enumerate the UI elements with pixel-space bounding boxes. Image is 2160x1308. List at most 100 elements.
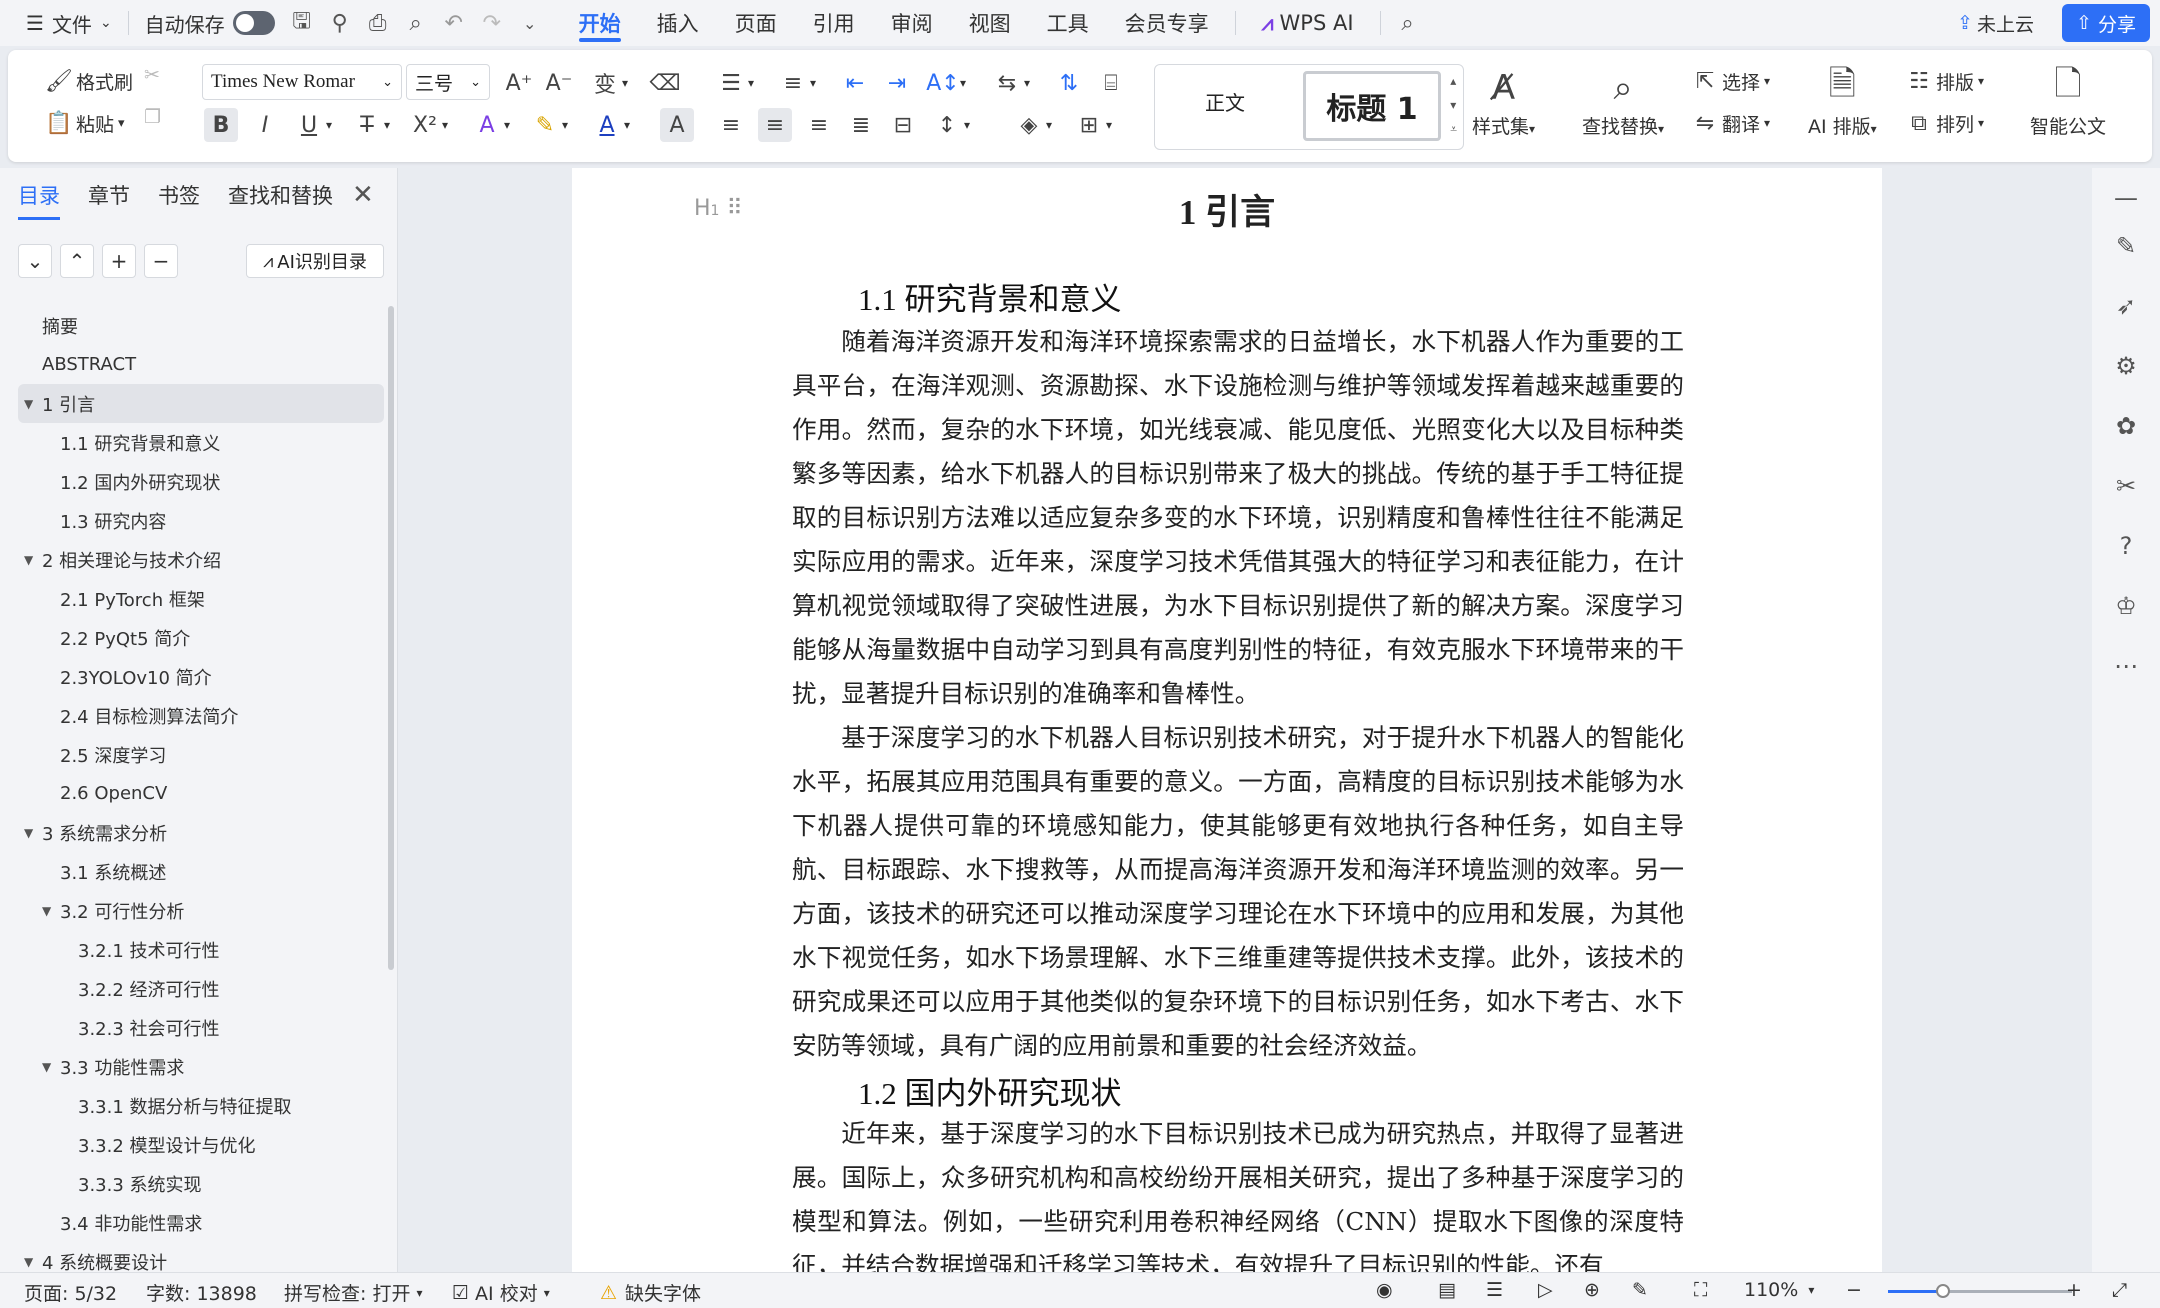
expand-arrow-icon[interactable]: ▼ (24, 397, 33, 411)
more-chevron-icon[interactable]: ⌄ (511, 0, 549, 46)
close-icon[interactable]: ✕ (352, 180, 374, 210)
more-icon[interactable]: ⋯ (2106, 646, 2146, 686)
toc-item[interactable]: 2.1 PyTorch 框架 (18, 579, 384, 618)
zoom-slider-knob[interactable] (1936, 1284, 1950, 1298)
smart-doc-button[interactable]: 🗋 智能公文 (2030, 64, 2106, 139)
expand-arrow-icon[interactable]: ▼ (24, 553, 33, 567)
document-page[interactable]: H1 ⠿ 1 引言 1.1 研究背景和意义 随着海洋资源开发和海洋环境探索需求的… (572, 168, 1882, 1272)
add-heading-icon[interactable]: + (102, 244, 136, 278)
spell-check[interactable]: 拼写检查: 打开 ▾ (284, 1279, 422, 1306)
heading-1[interactable]: 1 引言 (572, 184, 1882, 235)
heading-2-status[interactable]: 1.2 国内外研究现状 (858, 1068, 1122, 1113)
shirt-icon[interactable]: ♔ (2106, 586, 2146, 626)
undo-icon[interactable]: ↶ (435, 0, 473, 46)
expand-arrow-icon[interactable]: ▼ (24, 1255, 33, 1269)
ai-proofread[interactable]: ☑ AI 校对 ▾ (452, 1279, 550, 1306)
convert-icon[interactable]: ⇆ ▾ (990, 66, 1030, 100)
toc-item[interactable]: 3.2.1 技术可行性 (18, 930, 384, 969)
ai-toc-button[interactable]: ⩘ AI识别目录 (246, 244, 384, 278)
border-icon[interactable]: ⊞ ▾ (1072, 108, 1112, 142)
toc-item[interactable]: ▼ 2 相关理论与技术介绍 (18, 540, 384, 579)
line-spacing-icon[interactable]: ↕ ▾ (930, 108, 970, 142)
tab-tools[interactable]: 工具 (1029, 0, 1107, 46)
sidebar-scrollbar[interactable] (388, 306, 394, 970)
adjust-icon[interactable]: ⚙ (2106, 346, 2146, 386)
highlight-button[interactable]: ✎ ▾ (528, 108, 568, 142)
expand-arrow-icon[interactable]: ▼ (42, 904, 51, 918)
toggle-switch[interactable] (232, 11, 275, 35)
page-view-icon[interactable]: ▤ (1438, 1279, 1456, 1301)
gallery-scroll-icon[interactable]: ▴ ▾ ⩡ (1450, 69, 1457, 141)
shrink-font-icon[interactable]: A⁻ (542, 66, 576, 100)
toc-item[interactable]: ▼ 3.2 可行性分析 (18, 891, 384, 930)
sort-icon[interactable]: ⇅ (1052, 66, 1086, 100)
increase-indent-icon[interactable]: ⇥ (880, 66, 914, 100)
toc-item[interactable]: 3.4 非功能性需求 (18, 1203, 384, 1242)
link-icon[interactable]: ⚲ (321, 0, 359, 46)
print-icon[interactable]: ⎙ (359, 0, 397, 46)
superscript-button[interactable]: X² ▾ (408, 108, 448, 142)
distribute-icon[interactable]: ⊟ (886, 108, 920, 142)
remove-heading-icon[interactable]: − (144, 244, 178, 278)
save-icon[interactable]: 🖫 (283, 0, 321, 46)
grow-font-icon[interactable]: A⁺ (502, 66, 536, 100)
decrease-indent-icon[interactable]: ⇤ (838, 66, 872, 100)
web-view-icon[interactable]: ⊕ (1584, 1279, 1600, 1301)
toc-item[interactable]: 3.1 系统概述 (18, 852, 384, 891)
copy-icon[interactable]: ❐ (144, 106, 161, 128)
heading-2-background[interactable]: 1.1 研究背景和意义 (858, 274, 1122, 319)
toc-item[interactable]: 3.3.2 模型设计与优化 (18, 1125, 384, 1164)
minimize-icon[interactable]: — (2106, 178, 2146, 218)
tab-review[interactable]: 审阅 (873, 0, 951, 46)
align-left-icon[interactable]: ≡ (714, 108, 748, 142)
tools-icon[interactable]: ✂ (2106, 466, 2146, 506)
tab-references[interactable]: 引用 (795, 0, 873, 46)
style-heading1[interactable]: 标题 1 (1303, 71, 1441, 141)
toc-item[interactable]: ABSTRACT (18, 345, 384, 384)
font-size-select[interactable]: 三号 ⌄ (406, 64, 490, 100)
tab-page[interactable]: 页面 (717, 0, 795, 46)
font-color-button[interactable]: A ▾ (590, 108, 630, 142)
play-icon[interactable]: ▷ (1538, 1279, 1553, 1301)
styles-set-button[interactable]: A̸ 样式集▾ (1472, 64, 1535, 139)
toc-item[interactable]: ▼ 1 引言 (18, 384, 384, 423)
collapse-down-icon[interactable]: ⌄ (18, 244, 52, 278)
strikethrough-button[interactable]: T ▾ (350, 108, 390, 142)
toc-item[interactable]: 2.5 深度学习 (18, 735, 384, 774)
cloud-status[interactable]: ⇪ 未上云 (1957, 4, 2034, 42)
toc-item[interactable]: 3.3.1 数据分析与特征提取 (18, 1086, 384, 1125)
tab-toc[interactable]: 目录 (18, 180, 60, 220)
show-marks-icon[interactable]: ⌸ (1094, 66, 1128, 100)
expand-arrow-icon[interactable]: ▼ (42, 1060, 51, 1074)
edit-icon[interactable]: ✎ (1632, 1279, 1648, 1301)
paragraph-2[interactable]: 基于深度学习的水下机器人目标识别技术研究，对于提升水下机器人的智能化水平，拓展其… (792, 716, 1684, 1068)
pen-icon[interactable]: ✎ (2106, 226, 2146, 266)
share-button[interactable]: ⇧ 分享 (2062, 4, 2150, 42)
tab-find-replace[interactable]: 查找和替换 (228, 180, 333, 220)
eraser-icon[interactable]: ⌫ (648, 66, 682, 100)
toc-item[interactable]: 2.6 OpenCV (18, 774, 384, 813)
clear-icon[interactable]: ✂ (144, 64, 160, 86)
toc-item[interactable]: 1.2 国内外研究现状 (18, 462, 384, 501)
style-normal[interactable]: 正文 (1175, 87, 1275, 116)
tab-wps-ai[interactable]: ⩘ WPS AI (1244, 0, 1372, 46)
collapse-up-icon[interactable]: ⌃ (60, 244, 94, 278)
tab-member[interactable]: 会员专享 (1107, 0, 1227, 46)
toc-item[interactable]: 1.3 研究内容 (18, 501, 384, 540)
typeset-button[interactable]: ☷ 排版 ▾ (1902, 64, 1984, 98)
toc-item[interactable]: 1.1 研究背景和意义 (18, 423, 384, 462)
paste-button[interactable]: 📋 粘贴 ▾ (42, 106, 124, 140)
file-menu[interactable]: ☰ 文件 ⌄ (18, 0, 120, 46)
zoom-in-icon[interactable]: + (2066, 1279, 2082, 1301)
tab-bookmarks[interactable]: 书签 (158, 180, 200, 220)
toc-item[interactable]: ▼ 3 系统需求分析 (18, 813, 384, 852)
tab-home[interactable]: 开始 (561, 0, 639, 46)
translate-button[interactable]: ⇋ 翻译 ▾ (1688, 106, 1770, 140)
word-count[interactable]: 字数: 13898 (146, 1279, 257, 1306)
redo-icon[interactable]: ↷ (473, 0, 511, 46)
italic-button[interactable]: I (248, 108, 282, 142)
outline-view-icon[interactable]: ☰ (1486, 1279, 1503, 1301)
tab-sections[interactable]: 章节 (88, 180, 130, 220)
phonetic-icon[interactable]: 变 ▾ (588, 66, 628, 100)
zoom-slider[interactable] (1888, 1284, 2072, 1298)
